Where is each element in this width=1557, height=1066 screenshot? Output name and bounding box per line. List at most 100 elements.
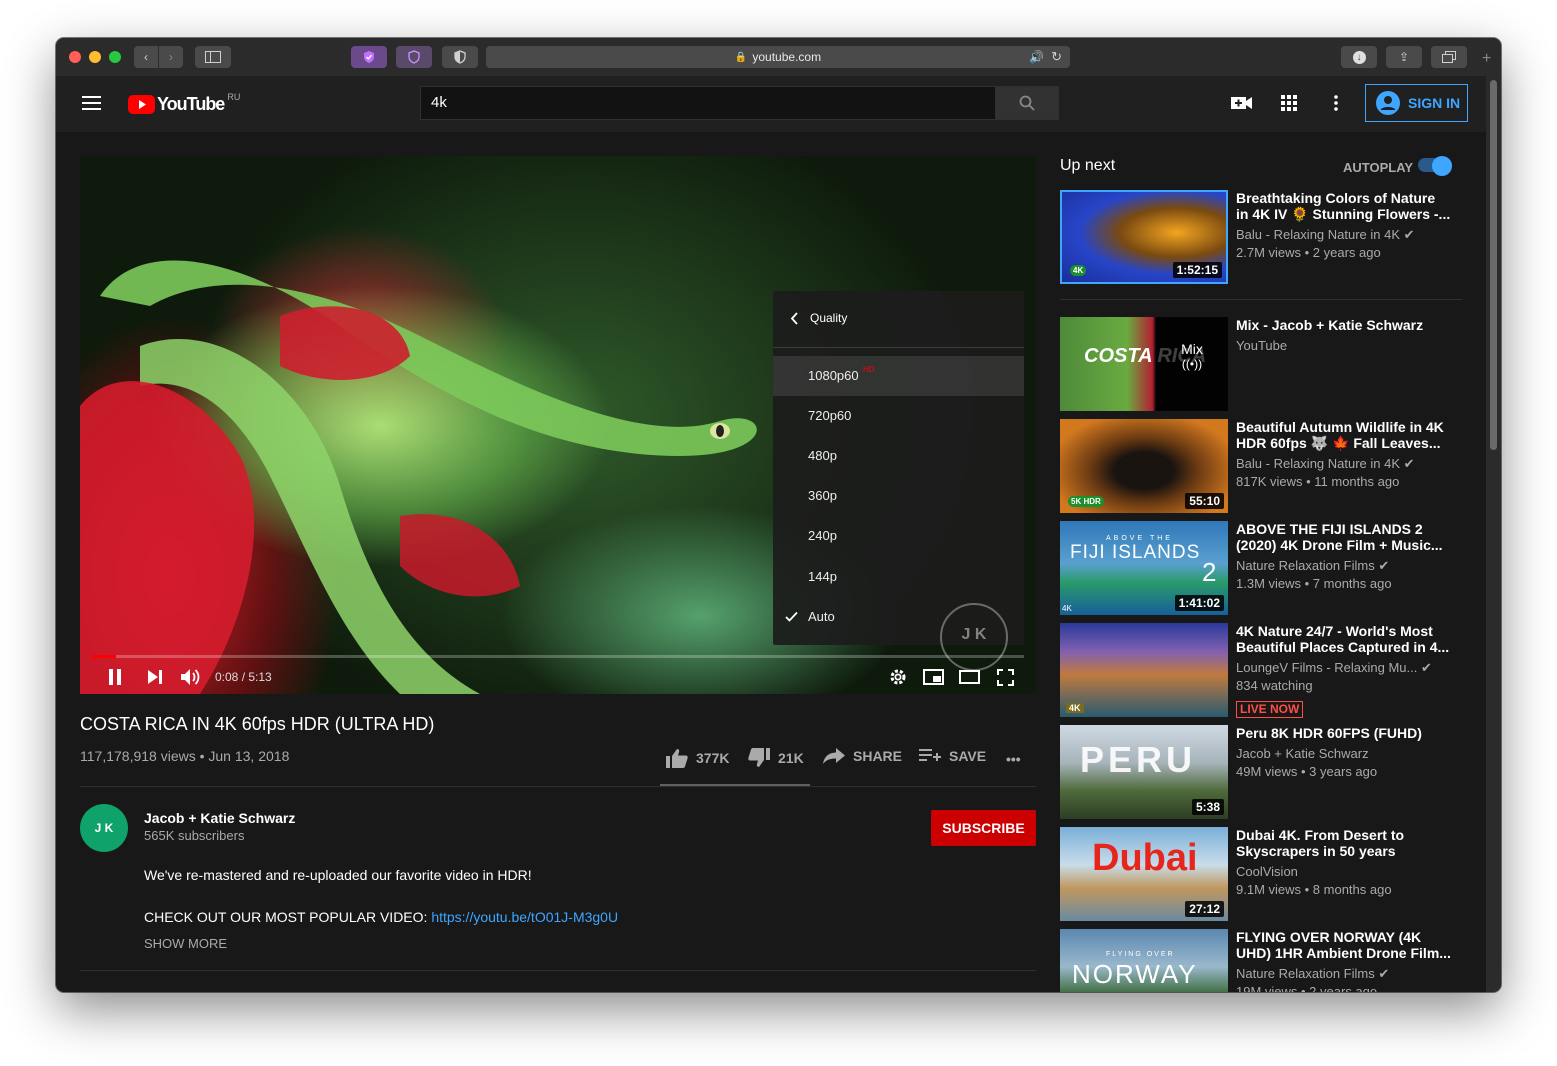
video-channel[interactable]: Balu - Relaxing Nature in 4K ✔: [1236, 227, 1415, 243]
quality-option-480p[interactable]: 480p: [773, 436, 1024, 476]
hd-badge: HD: [863, 365, 875, 374]
audio-playing-icon[interactable]: 🔊: [1029, 50, 1044, 64]
video-channel[interactable]: Balu - Relaxing Nature in 4K ✔: [1236, 456, 1415, 472]
search-button[interactable]: [995, 86, 1059, 120]
video-title[interactable]: 4K Nature 24/7 - World's Most Beautiful …: [1236, 623, 1451, 655]
progress-bar[interactable]: [92, 655, 1024, 658]
tab-overview-button[interactable]: [1431, 46, 1467, 68]
verified-icon: ✔: [1378, 966, 1390, 981]
address-bar[interactable]: 🔒 youtube.com 🔊 ↻: [486, 46, 1070, 68]
like-button[interactable]: 377K: [666, 748, 729, 768]
up-next-video-card[interactable]: ABOVE THE FIJI ISLANDS 2 4K 1:41:02 ABOV…: [1060, 521, 1460, 615]
video-title[interactable]: Dubai 4K. From Desert to Skyscrapers in …: [1236, 827, 1451, 859]
show-more-button[interactable]: SHOW MORE: [144, 936, 227, 951]
minimize-window-button[interactable]: [89, 51, 101, 63]
quality-option-240p[interactable]: 240p: [773, 516, 1024, 556]
more-actions-button[interactable]: •••: [1006, 751, 1021, 767]
new-tab-button[interactable]: +: [1482, 50, 1491, 68]
video-thumbnail[interactable]: 4K: [1060, 623, 1228, 717]
video-channel[interactable]: Nature Relaxation Films ✔: [1236, 558, 1389, 574]
fullscreen-icon[interactable]: [997, 669, 1014, 686]
pause-icon[interactable]: [108, 669, 122, 685]
apps-grid-icon[interactable]: [1281, 95, 1297, 111]
more-vertical-icon[interactable]: [1334, 95, 1338, 111]
zoom-window-button[interactable]: [109, 51, 121, 63]
video-meta: 2.7M views • 2 years ago: [1236, 245, 1381, 260]
video-title[interactable]: Beautiful Autumn Wildlife in 4K HDR 60fp…: [1236, 419, 1451, 451]
up-next-video-card[interactable]: FLYING OVER NORWAY FLYING OVER NORWAY (4…: [1060, 929, 1460, 992]
youtube-logo[interactable]: YouTube RU: [128, 92, 241, 114]
video-title[interactable]: FLYING OVER NORWAY (4K UHD) 1HR Ambient …: [1236, 929, 1451, 961]
video-meta: 817K views • 11 months ago: [1236, 474, 1400, 489]
downloads-button[interactable]: ↓: [1341, 46, 1377, 68]
next-video-icon[interactable]: [148, 670, 162, 684]
video-thumbnail[interactable]: 4K 1:52:15: [1060, 190, 1228, 284]
video-channel[interactable]: LoungeV Films - Relaxing Mu... ✔: [1236, 660, 1432, 676]
extension-shield-button[interactable]: [351, 46, 387, 68]
video-title[interactable]: Peru 8K HDR 60FPS (FUHD): [1236, 725, 1451, 741]
quality-menu-header[interactable]: Quality: [773, 291, 1024, 348]
extension-privacy-button[interactable]: [396, 46, 432, 68]
sidebar-toggle-button[interactable]: [195, 46, 231, 68]
quality-option-1080p60[interactable]: 1080p60 HD: [773, 356, 1024, 396]
sign-in-button[interactable]: SIGN IN: [1365, 84, 1468, 122]
quality-option-360p[interactable]: 360p: [773, 476, 1024, 516]
scrollbar-thumb[interactable]: [1490, 80, 1497, 450]
video-channel[interactable]: Jacob + Katie Schwarz: [1236, 746, 1369, 761]
video-thumbnail[interactable]: Dubai 27:12: [1060, 827, 1228, 921]
video-meta: 49M views • 3 years ago: [1236, 764, 1378, 779]
video-thumbnail[interactable]: FLYING OVER NORWAY: [1060, 929, 1228, 992]
up-next-video-card[interactable]: 5K HDR 55:10 Beautiful Autumn Wildlife i…: [1060, 419, 1460, 513]
hamburger-menu-icon[interactable]: [82, 96, 101, 111]
video-thumbnail[interactable]: 5K HDR 55:10: [1060, 419, 1228, 513]
mix-thumbnail[interactable]: COSTA RICA Mix ((•)): [1060, 317, 1228, 411]
quality-option-144p[interactable]: 144p: [773, 557, 1024, 597]
create-video-icon[interactable]: [1231, 95, 1253, 111]
quality-option-label: 1080p60: [808, 368, 859, 383]
video-thumbnail[interactable]: PERU 5:38: [1060, 725, 1228, 819]
forward-button[interactable]: ›: [159, 46, 183, 68]
dislike-button[interactable]: 21K: [748, 748, 804, 768]
up-next-video-card[interactable]: 4K 1:52:15 Breathtaking Colors of Nature…: [1060, 190, 1460, 284]
save-button[interactable]: SAVE: [919, 748, 986, 764]
mix-overlay: Mix ((•)): [1156, 317, 1228, 411]
reload-icon[interactable]: ↻: [1051, 49, 1062, 65]
verified-icon: ✔: [1403, 456, 1415, 471]
quality-option-720p60[interactable]: 720p60: [773, 396, 1024, 436]
quality-option-label: 240p: [808, 528, 837, 543]
channel-name: Nature Relaxation Films: [1236, 558, 1375, 573]
up-next-video-card[interactable]: Dubai 27:12 Dubai 4K. From Desert to Sky…: [1060, 827, 1460, 921]
up-next-video-card[interactable]: PERU 5:38 Peru 8K HDR 60FPS (FUHD) Jacob…: [1060, 725, 1460, 819]
theater-mode-icon[interactable]: [959, 670, 980, 684]
video-channel[interactable]: YouTube: [1236, 338, 1287, 353]
region-code: RU: [227, 92, 241, 102]
volume-icon[interactable]: [181, 668, 201, 686]
video-duration: 5:38: [1191, 799, 1224, 815]
video-meta: 1.3M views • 7 months ago: [1236, 576, 1392, 591]
thumbs-down-icon: [748, 748, 770, 767]
channel-avatar[interactable]: J K: [80, 804, 128, 852]
video-player[interactable]: Quality 1080p60 HD 720p60 480p 360p 240p…: [80, 156, 1036, 694]
subscribe-button[interactable]: SUBSCRIBE: [931, 810, 1036, 846]
video-thumbnail[interactable]: ABOVE THE FIJI ISLANDS 2 4K 1:41:02: [1060, 521, 1228, 615]
close-window-button[interactable]: [69, 51, 81, 63]
up-next-video-card[interactable]: 4K 4K Nature 24/7 - World's Most Beautif…: [1060, 623, 1460, 718]
settings-gear-icon[interactable]: [889, 668, 907, 686]
download-icon: ↓: [1352, 50, 1366, 64]
search-icon: [1019, 95, 1035, 111]
video-channel[interactable]: Nature Relaxation Films ✔: [1236, 966, 1389, 982]
miniplayer-icon[interactable]: [923, 669, 944, 685]
search-input[interactable]: 4k: [420, 86, 996, 120]
video-title[interactable]: ABOVE THE FIJI ISLANDS 2 (2020) 4K Drone…: [1236, 521, 1451, 553]
back-button[interactable]: ‹: [134, 46, 158, 68]
extension-half-shield-button[interactable]: [442, 46, 478, 68]
quality-option-label: 144p: [808, 569, 837, 584]
video-title[interactable]: Mix - Jacob + Katie Schwarz: [1236, 317, 1451, 333]
channel-name[interactable]: Jacob + Katie Schwarz: [144, 810, 295, 826]
video-title[interactable]: Breathtaking Colors of Nature in 4K IV 🌻…: [1236, 190, 1451, 222]
description-link[interactable]: https://youtu.be/tO01J-M3g0U: [431, 909, 618, 925]
video-channel[interactable]: CoolVision: [1236, 864, 1298, 879]
up-next-video-card[interactable]: COSTA RICA Mix ((•)) Mix - Jacob + Katie…: [1060, 317, 1460, 411]
share-page-button[interactable]: ⇪: [1386, 46, 1422, 68]
share-button[interactable]: SHARE: [823, 748, 902, 764]
